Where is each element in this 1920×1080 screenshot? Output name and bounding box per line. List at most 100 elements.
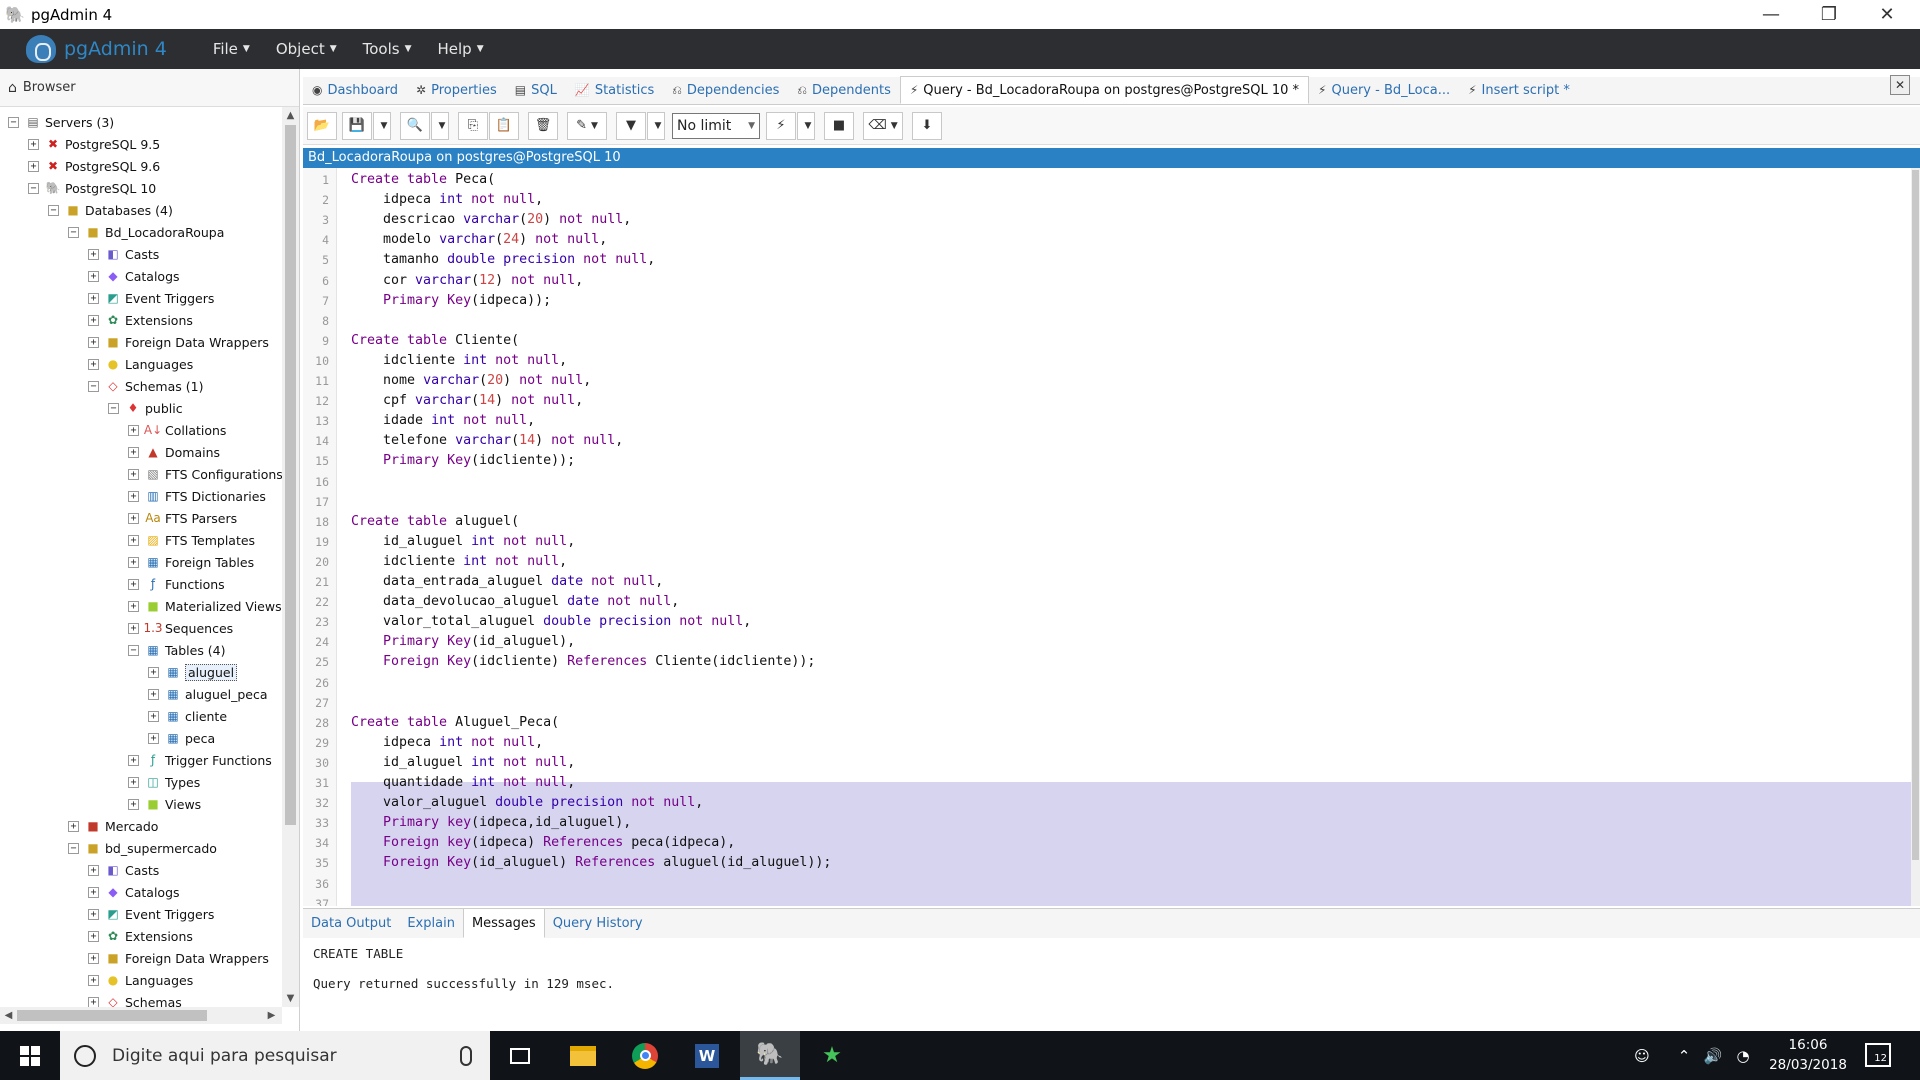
tab[interactable]: ✲ Properties xyxy=(407,76,506,104)
execute-button[interactable]: ⚡ xyxy=(766,111,796,140)
expand-icon[interactable]: + xyxy=(88,886,99,898)
scroll-down-icon[interactable]: ▼ xyxy=(282,990,299,1007)
tree-node[interactable]: + ▥ FTS Dictionaries xyxy=(128,485,266,507)
expand-icon[interactable]: + xyxy=(128,446,139,458)
save-file-button[interactable]: 💾 xyxy=(342,111,372,140)
tree-node[interactable]: + ◆ Catalogs xyxy=(88,265,180,287)
expand-icon[interactable]: + xyxy=(88,248,99,260)
edit-button[interactable]: ✎ ▼ xyxy=(567,111,607,140)
scroll-left-icon[interactable]: ◀ xyxy=(0,1007,17,1024)
tree-node[interactable]: + ▦ Foreign Tables xyxy=(128,551,254,573)
result-tab[interactable]: Query History xyxy=(545,908,651,938)
expand-icon[interactable]: + xyxy=(68,820,79,832)
expand-icon[interactable]: + xyxy=(128,798,139,810)
find-button[interactable]: 🔍 xyxy=(400,111,430,140)
tree-vertical-scrollbar[interactable]: ▲ ▼ xyxy=(282,107,299,1007)
people-icon[interactable]: ☺ xyxy=(1625,1031,1659,1080)
save-dropdown-button[interactable]: ▼ xyxy=(373,111,391,140)
find-dropdown-button[interactable]: ▼ xyxy=(431,111,449,140)
tab[interactable]: 📈 Statistics xyxy=(566,76,663,104)
expand-icon[interactable]: + xyxy=(128,512,139,524)
expand-icon[interactable]: + xyxy=(88,952,99,964)
tree-node[interactable]: + ◫ Types xyxy=(128,771,200,793)
collapse-icon[interactable]: − xyxy=(68,842,79,854)
tree-node[interactable]: + ■ Views xyxy=(128,793,201,815)
wifi-icon[interactable]: ◔ xyxy=(1730,1031,1756,1080)
tree-node[interactable]: − ■ bd_supermercado xyxy=(68,837,217,859)
collapse-icon[interactable]: − xyxy=(28,182,39,194)
tree-node[interactable]: + ■ Foreign Data Wrappers xyxy=(88,947,269,969)
collapse-icon[interactable]: − xyxy=(88,380,99,392)
tree-node[interactable]: − ▤ Servers (3) xyxy=(8,111,114,133)
taskbar-clock[interactable]: 16:06 28/03/2018 xyxy=(1758,1035,1858,1075)
tree-node[interactable]: − ▦ Tables (4) xyxy=(128,639,226,661)
show-hidden-icons[interactable]: ⌃ xyxy=(1672,1031,1696,1080)
tree-node[interactable]: + ✿ Extensions xyxy=(88,309,193,331)
word-icon[interactable]: W xyxy=(677,1031,737,1080)
result-tab[interactable]: Explain xyxy=(399,908,463,938)
minimize-button[interactable]: — xyxy=(1742,0,1800,29)
tree-node[interactable]: + ▧ FTS Configurations xyxy=(128,463,282,485)
expand-icon[interactable]: + xyxy=(28,138,39,150)
tree-node[interactable]: + ✿ Extensions xyxy=(88,925,193,947)
filter-dropdown-button[interactable]: ▼ xyxy=(647,111,665,140)
expand-icon[interactable]: + xyxy=(88,974,99,986)
tree-node[interactable]: + ● Languages xyxy=(88,353,193,375)
expand-icon[interactable]: + xyxy=(88,314,99,326)
expand-icon[interactable]: + xyxy=(128,490,139,502)
result-tab[interactable]: Data Output xyxy=(303,908,399,938)
expand-icon[interactable]: + xyxy=(128,424,139,436)
close-panel-icon[interactable]: ✕ xyxy=(1890,75,1910,95)
tree-node[interactable]: + ◧ Casts xyxy=(88,859,159,881)
result-tab[interactable]: Messages xyxy=(462,908,545,938)
menu-tools[interactable]: Tools ▼ xyxy=(363,40,412,58)
expand-icon[interactable]: + xyxy=(148,710,159,722)
expand-icon[interactable]: + xyxy=(128,556,139,568)
expand-icon[interactable]: + xyxy=(128,534,139,546)
expand-icon[interactable]: + xyxy=(128,622,139,634)
expand-icon[interactable]: + xyxy=(88,292,99,304)
tree-horizontal-scrollbar[interactable]: ◀ ▶ xyxy=(0,1007,282,1024)
sql-editor[interactable]: 1 2 3 4 5 6 7 8 9 10 11 12 13 14 15 16 17 18 19 20 21 22 23 24 2… xyxy=(303,168,1920,906)
tree-node[interactable]: + ▦ peca xyxy=(148,727,215,749)
tree-node[interactable]: + ƒ Trigger Functions xyxy=(128,749,272,771)
menu-object[interactable]: Object ▼ xyxy=(276,40,337,58)
tree-node[interactable]: − ♦ public xyxy=(108,397,183,419)
tree-node[interactable]: + ◇ Schemas xyxy=(88,991,182,1007)
collapse-icon[interactable]: − xyxy=(128,644,139,656)
tab[interactable]: ⎌ Dependencies xyxy=(663,76,788,104)
editor-scroll-thumb[interactable] xyxy=(1912,170,1919,860)
collapse-icon[interactable]: − xyxy=(68,226,79,238)
tree-node[interactable]: + ■ Mercado xyxy=(68,815,158,837)
task-view-icon[interactable] xyxy=(490,1031,550,1080)
chrome-icon[interactable] xyxy=(615,1031,675,1080)
delete-button[interactable]: 🗑 xyxy=(528,111,558,140)
tree-node[interactable]: + ✖ PostgreSQL 9.5 xyxy=(28,133,160,155)
collapse-icon[interactable]: − xyxy=(8,116,19,128)
notification-icon[interactable]: 12 xyxy=(1865,1043,1891,1067)
tree-node[interactable]: + ▦ cliente xyxy=(148,705,227,727)
expand-icon[interactable]: + xyxy=(148,688,159,700)
expand-icon[interactable]: + xyxy=(88,358,99,370)
tree-node[interactable]: + ✖ PostgreSQL 9.6 xyxy=(28,155,160,177)
green-app-icon[interactable]: ★ xyxy=(802,1031,862,1080)
tree-node[interactable]: + ■ Foreign Data Wrappers xyxy=(88,331,269,353)
tree-node[interactable]: + ▦ aluguel xyxy=(148,661,238,683)
start-button[interactable] xyxy=(0,1031,60,1080)
tree-node[interactable]: +1.3 Sequences xyxy=(128,617,233,639)
expand-icon[interactable]: + xyxy=(128,468,139,480)
expand-icon[interactable]: + xyxy=(128,578,139,590)
tab[interactable]: ◉ Dashboard xyxy=(303,76,407,104)
volume-icon[interactable]: 🔊 xyxy=(1700,1031,1726,1080)
hscroll-thumb[interactable] xyxy=(17,1010,207,1021)
tree-node[interactable]: + ◩ Event Triggers xyxy=(88,287,214,309)
copy-button[interactable]: ⎘ xyxy=(458,111,488,140)
tree-node[interactable]: − 🐘 PostgreSQL 10 xyxy=(28,177,156,199)
expand-icon[interactable]: + xyxy=(128,776,139,788)
execute-dropdown-button[interactable]: ▼ xyxy=(797,111,815,140)
paste-button[interactable]: 📋 xyxy=(489,111,519,140)
tree-node[interactable]: + ● Languages xyxy=(88,969,193,991)
tree-node[interactable]: + ▨ FTS Templates xyxy=(128,529,255,551)
collapse-icon[interactable]: − xyxy=(108,402,119,414)
tree-node[interactable]: + ƒ Functions xyxy=(128,573,225,595)
